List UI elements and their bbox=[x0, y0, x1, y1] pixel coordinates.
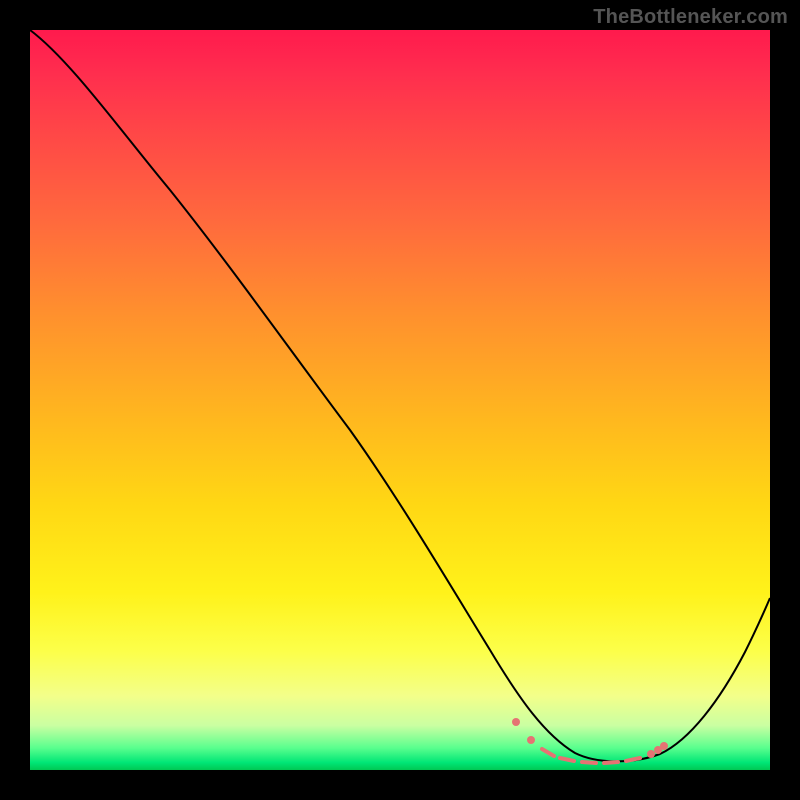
bottleneck-curve-svg bbox=[30, 30, 770, 770]
bottleneck-curve-path bbox=[30, 30, 770, 761]
watermark-text: TheBottleneker.com bbox=[593, 6, 788, 29]
valley-marker bbox=[512, 718, 668, 763]
chart-frame bbox=[30, 30, 770, 770]
